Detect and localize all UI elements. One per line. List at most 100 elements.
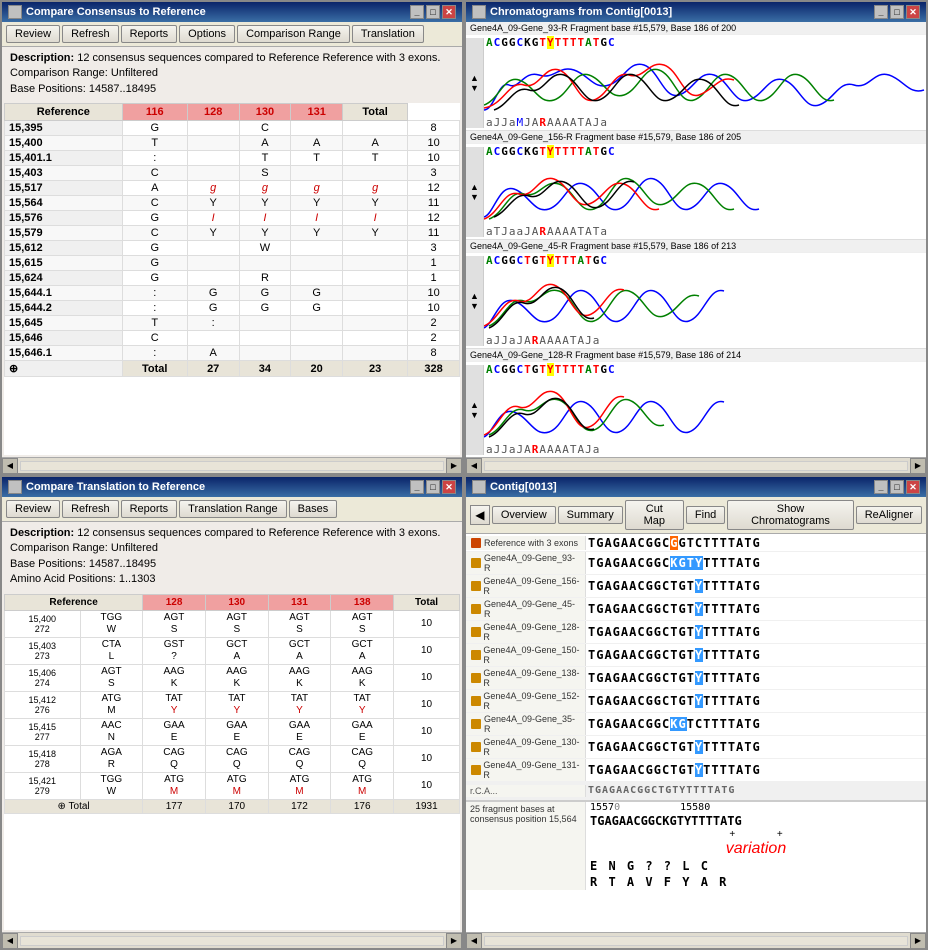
window-controls[interactable]: _ □ ✕ <box>410 480 456 494</box>
minimize-button[interactable]: _ <box>874 480 888 494</box>
translation-range-button[interactable]: Translation Range <box>179 500 286 518</box>
seq-icon <box>470 649 481 661</box>
scroll-right-button[interactable]: ▶ <box>910 458 926 474</box>
lane-4-nav: ▲ ▼ ACGGCTGTYTTTTATGC <box>466 362 926 457</box>
review-button[interactable]: Review <box>6 500 60 518</box>
scroll-left-button[interactable]: ◀ <box>2 933 18 949</box>
scroll-left-button[interactable]: ◀ <box>2 458 18 474</box>
seq-row-128r: Gene4A_09-Gene_128-R TGAGAACGGCTGTYTTTTА… <box>466 621 926 644</box>
contig-seq-area[interactable]: Reference with 3 exons TGAGAACGGCGGTCTTT… <box>466 534 926 932</box>
lane-2-nav: ▲ ▼ ACGGCKGTYTTTTATGC <box>466 144 926 239</box>
cut-map-button[interactable]: Cut Map <box>625 500 684 530</box>
seq-data-reference: TGAGAACGGCGGTCTTTTATG <box>586 535 763 551</box>
review-button[interactable]: Review <box>6 25 60 43</box>
window-controls[interactable]: _ □ ✕ <box>874 480 920 494</box>
seq-label-150r: Gene4A_09-Gene_150-R <box>466 644 586 666</box>
consensus-scroll-area[interactable]: Reference 116 128 130 131 Total 15,395 G <box>2 101 462 457</box>
consensus-label: 25 fragment bases at consensus position … <box>466 802 586 890</box>
refresh-button[interactable]: Refresh <box>62 25 119 43</box>
maximize-button[interactable]: □ <box>426 5 440 19</box>
comparison-range-button[interactable]: Comparison Range <box>237 25 350 43</box>
reports-button[interactable]: Reports <box>121 500 178 518</box>
seq-row-130r: Gene4A_09-Gene_130-R TGAGAACGGCTGTYTTTTА… <box>466 736 926 759</box>
seq-icon <box>470 603 482 615</box>
close-button[interactable]: ✕ <box>906 480 920 494</box>
table-row: 15,564 C Y Y Y Y 11 <box>5 196 460 211</box>
lane-4-bases-top: ACGGCTGTYTTTTATGC <box>484 362 926 377</box>
lane-up-btn[interactable]: ▲ <box>470 182 479 192</box>
seq-label-45r: Gene4A_09-Gene_45-R <box>466 598 586 620</box>
overview-button[interactable]: Overview <box>492 506 556 524</box>
trans-hscroll[interactable]: ◀ ▶ <box>2 932 462 948</box>
reports-button[interactable]: Reports <box>121 25 178 43</box>
horizontal-scrollbar[interactable]: ◀ ▶ <box>2 457 462 473</box>
contig-window: Contig[0013] _ □ ✕ ◀ Overview Summary Cu… <box>464 475 928 950</box>
lane-1-controls[interactable]: ▲ ▼ <box>466 38 484 128</box>
col-130: 130 <box>205 594 268 610</box>
lane-up-btn[interactable]: ▲ <box>470 291 479 301</box>
nav-back-arrow[interactable]: ◀ <box>470 505 490 525</box>
close-button[interactable]: ✕ <box>442 480 456 494</box>
chroma-hscroll[interactable]: ◀ ▶ <box>466 457 926 473</box>
scroll-track[interactable] <box>484 936 908 946</box>
seq-icon <box>470 764 481 776</box>
minimize-button[interactable]: _ <box>410 480 424 494</box>
translation-button[interactable]: Translation <box>352 25 424 43</box>
maximize-button[interactable]: □ <box>890 480 904 494</box>
scroll-track[interactable] <box>484 461 908 471</box>
table-row: 15,615 G 1 <box>5 256 460 271</box>
lane-down-btn[interactable]: ▼ <box>470 410 479 420</box>
bases-button[interactable]: Bases <box>289 500 338 518</box>
scroll-right-button[interactable]: ▶ <box>910 933 926 949</box>
seq-row-152r: Gene4A_09-Gene_152-R TGAGAACGGCTGTYTTTTА… <box>466 690 926 713</box>
options-button[interactable]: Options <box>179 25 235 43</box>
table-row: 15,612 G W 3 <box>5 241 460 256</box>
lane-down-btn[interactable]: ▼ <box>470 301 479 311</box>
lane-4-bases-bot: aJJaJARAAAATAJa <box>484 442 926 457</box>
contig-hscroll[interactable]: ◀ ▶ <box>466 932 926 948</box>
table-row: 15,646 C 2 <box>5 331 460 346</box>
lane-2-label: Gene4A_09-Gene_156-R Fragment base #15,5… <box>466 131 926 144</box>
seq-data-35r: TGAGAACGGCKGTCTTTTATG <box>586 716 763 732</box>
lane-4-controls[interactable]: ▲ ▼ <box>466 365 484 455</box>
position-numbers: 15570 15580 <box>586 802 926 813</box>
trans-scroll-area[interactable]: Reference 128 130 131 138 Total 15,40027… <box>2 592 462 932</box>
scroll-track[interactable] <box>20 461 444 471</box>
table-row: 15,412276 ATGM TATY TATY TATY TATY 10 <box>5 691 460 718</box>
seq-label-93r: Gene4A_09-Gene_93-R <box>466 552 586 574</box>
table-row: 15,400272 TGGW AGTS AGTS AGTS AGTS 10 <box>5 610 460 637</box>
scroll-right-button[interactable]: ▶ <box>446 458 462 474</box>
chromatograms-title: Chromatograms from Contig[0013] <box>490 6 672 18</box>
minimize-button[interactable]: _ <box>410 5 424 19</box>
scroll-left-button[interactable]: ◀ <box>466 458 482 474</box>
col-reference: Reference <box>5 594 143 610</box>
find-button[interactable]: Find <box>686 506 725 524</box>
lane-1-seq: ACGGCKGTYTTTTATGC aJJaMJARAAAATAJa <box>484 35 926 130</box>
chromatograms-titlebar: Chromatograms from Contig[0013] _ □ ✕ <box>466 2 926 22</box>
lane-3-controls[interactable]: ▲ ▼ <box>466 256 484 346</box>
scroll-track[interactable] <box>20 936 444 946</box>
col-131: 131 <box>268 594 331 610</box>
maximize-button[interactable]: □ <box>890 5 904 19</box>
close-button[interactable]: ✕ <box>442 5 456 19</box>
close-button[interactable]: ✕ <box>906 5 920 19</box>
refresh-button[interactable]: Refresh <box>62 500 119 518</box>
lane-2-controls[interactable]: ▲ ▼ <box>466 147 484 237</box>
scroll-right-button[interactable]: ▶ <box>446 933 462 949</box>
realigner-button[interactable]: ReAligner <box>856 506 922 524</box>
lane-down-btn[interactable]: ▼ <box>470 83 479 93</box>
lane-1-nav: ▲ ▼ ACGGCKGTYTTTTATGC <box>466 35 926 130</box>
maximize-button[interactable]: □ <box>426 480 440 494</box>
window-controls[interactable]: _ □ ✕ <box>874 5 920 19</box>
scroll-left-button[interactable]: ◀ <box>466 933 482 949</box>
minimize-button[interactable]: _ <box>874 5 888 19</box>
col-138: 138 <box>331 594 394 610</box>
window-controls[interactable]: _ □ ✕ <box>410 5 456 19</box>
seq-data-138r: TGAGAACGGCTGTYTTTTАТG <box>586 670 763 686</box>
lane-up-btn[interactable]: ▲ <box>470 73 479 83</box>
seq-icon <box>470 626 481 638</box>
show-chromatograms-button[interactable]: Show Chromatograms <box>727 500 853 530</box>
summary-button[interactable]: Summary <box>558 506 623 524</box>
lane-down-btn[interactable]: ▼ <box>470 192 479 202</box>
lane-up-btn[interactable]: ▲ <box>470 400 479 410</box>
